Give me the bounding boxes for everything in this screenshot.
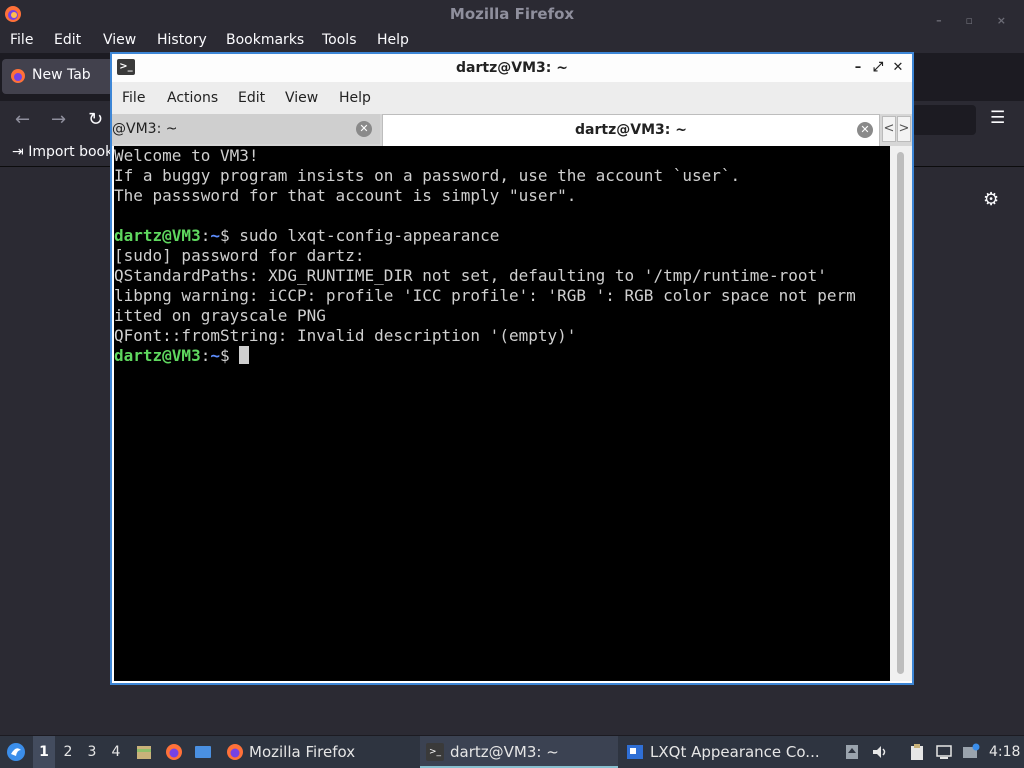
start-menu-icon[interactable] [6, 742, 26, 762]
command-text: sudo lxqt-config-appearance [239, 226, 500, 245]
firefox-launcher-icon[interactable] [165, 743, 183, 761]
ff-menu-tools[interactable]: Tools [322, 32, 357, 48]
term-menu-file[interactable]: File [122, 90, 145, 106]
hamburger-menu-icon[interactable]: ☰ [990, 108, 1005, 128]
term-menu-help[interactable]: Help [339, 90, 371, 106]
clipboard-icon[interactable] [908, 743, 926, 761]
firefox-menubar: File Edit View History Bookmarks Tools H… [0, 29, 1024, 53]
close-button[interactable]: ✕ [888, 54, 908, 82]
prompt-path: ~ [210, 346, 220, 365]
term-menu-view[interactable]: View [285, 90, 318, 106]
tab-scroll-left-icon[interactable]: < [882, 116, 896, 142]
minimize-button[interactable]: – [848, 54, 868, 82]
term-menu-edit[interactable]: Edit [238, 90, 265, 106]
task-firefox-label: Mozilla Firefox [249, 743, 356, 761]
firefox-window-title: Mozilla Firefox [449, 5, 575, 23]
reload-icon[interactable]: ↻ [88, 109, 103, 130]
prompt-path: ~ [210, 226, 220, 245]
current-prompt-line: dartz@VM3:~$ [114, 346, 890, 366]
ff-menu-bookmarks[interactable]: Bookmarks [226, 32, 304, 48]
ff-menu-file[interactable]: File [10, 32, 33, 48]
tab-close-icon[interactable]: ✕ [857, 122, 873, 138]
firefox-logo-icon [5, 6, 21, 22]
file-manager-icon[interactable] [135, 743, 153, 761]
desktop: Mozilla Firefox – ▫ × File Edit View His… [0, 0, 1024, 768]
terminal-tab-2[interactable]: dartz@VM3: ~ ✕ [382, 114, 880, 146]
firefox-tab-icon [11, 69, 25, 83]
forward-arrow-icon[interactable]: → [51, 109, 66, 130]
prompt-user: dartz@VM3 [114, 346, 201, 365]
desktop-1-button[interactable]: 1 [33, 736, 55, 768]
gear-icon[interactable]: ⚙ [983, 189, 999, 210]
task-lxqt-appearance[interactable]: LXQt Appearance Co... [622, 736, 836, 768]
prompt-separator: : [200, 346, 211, 365]
task-terminal[interactable]: >_ dartz@VM3: ~ [420, 736, 618, 768]
desktop-2-button[interactable]: 2 [57, 736, 79, 768]
terminal-line: The passsword for that account is simply… [114, 186, 577, 205]
firefox-task-icon [227, 744, 243, 760]
task-terminal-label: dartz@VM3: ~ [450, 743, 559, 761]
ff-menu-history[interactable]: History [157, 32, 207, 48]
terminal-output[interactable]: Welcome to VM3! If a buggy program insis… [114, 146, 890, 681]
ff-menu-help[interactable]: Help [377, 32, 409, 48]
update-notifier-icon[interactable] [962, 743, 980, 761]
ff-menu-edit[interactable]: Edit [54, 32, 81, 48]
terminal-line: If a buggy program insists on a password… [114, 166, 741, 185]
terminal-line: itted on grayscale PNG [114, 306, 326, 325]
terminal-line: QStandardPaths: XDG_RUNTIME_DIR not set,… [114, 266, 827, 285]
prompt-separator: : [200, 226, 211, 245]
terminal-scrollbar[interactable] [890, 146, 912, 681]
import-bookmarks-label: Import book [28, 144, 114, 160]
show-desktop-icon[interactable] [194, 743, 212, 761]
prompt-user: dartz@VM3 [114, 226, 201, 245]
desktop-3-button[interactable]: 3 [81, 736, 103, 768]
terminal-titlebar: >_ dartz@VM3: ~ – ⤢ ✕ [112, 54, 912, 82]
url-bar[interactable] [912, 105, 976, 135]
terminal-line: [sudo] password for dartz: [114, 246, 365, 265]
terminal-window-buttons: – ⤢ ✕ [848, 54, 908, 82]
tab-close-icon[interactable]: ✕ [356, 121, 372, 137]
task-firefox[interactable]: Mozilla Firefox [222, 736, 418, 768]
terminal-window-title: dartz@VM3: ~ [456, 60, 568, 76]
terminal-tab-1[interactable]: @VM3: ~ ✕ [112, 114, 380, 144]
prompt-dollar: $ [219, 226, 240, 245]
clock[interactable]: 4:18 [989, 736, 1020, 768]
term-menu-actions[interactable]: Actions [167, 90, 218, 106]
maximize-button[interactable]: ⤢ [868, 54, 888, 82]
terminal-line: QFont::fromString: Invalid description '… [114, 326, 577, 345]
import-bookmarks-button[interactable]: ⇥ Import book [12, 144, 113, 160]
firefox-tab-new-tab[interactable]: New Tab [2, 59, 122, 94]
firefox-titlebar: Mozilla Firefox – ▫ × [0, 0, 1024, 29]
terminal-task-icon: >_ [426, 743, 444, 761]
firefox-tab-label: New Tab [32, 67, 91, 83]
terminal-line: Welcome to VM3! [114, 146, 259, 165]
taskbar: 1 2 3 4 Mozilla Firefox >_ dartz@VM3: ~ [0, 736, 1024, 768]
volume-icon[interactable] [871, 743, 889, 761]
task-lxqt-appearance-label: LXQt Appearance Co... [650, 743, 820, 761]
back-arrow-icon[interactable]: ← [15, 109, 30, 130]
ff-menu-view[interactable]: View [103, 32, 136, 48]
tab-scroll-right-icon[interactable]: > [897, 116, 911, 142]
terminal-menubar: File Actions Edit View Help [112, 82, 912, 114]
terminal-tab-1-label: @VM3: ~ [112, 121, 178, 137]
prompt-dollar: $ [219, 346, 240, 365]
terminal-icon: >_ [117, 59, 135, 75]
text-cursor [239, 346, 250, 364]
terminal-tabbar: @VM3: ~ ✕ dartz@VM3: ~ ✕ < > [112, 114, 912, 146]
tray-upload-icon[interactable] [843, 743, 861, 761]
appearance-task-icon [627, 745, 643, 759]
terminal-line: libpng warning: iCCP: profile 'ICC profi… [114, 286, 856, 305]
desktop-4-button[interactable]: 4 [105, 736, 127, 768]
terminal-tab-2-label: dartz@VM3: ~ [575, 122, 687, 138]
scrollbar-thumb[interactable] [897, 152, 904, 674]
command-line: dartz@VM3:~$ sudo lxqt-config-appearance [114, 226, 890, 246]
network-icon[interactable] [935, 743, 953, 761]
terminal-window: >_ dartz@VM3: ~ – ⤢ ✕ File Actions Edit Vi… [110, 52, 914, 685]
